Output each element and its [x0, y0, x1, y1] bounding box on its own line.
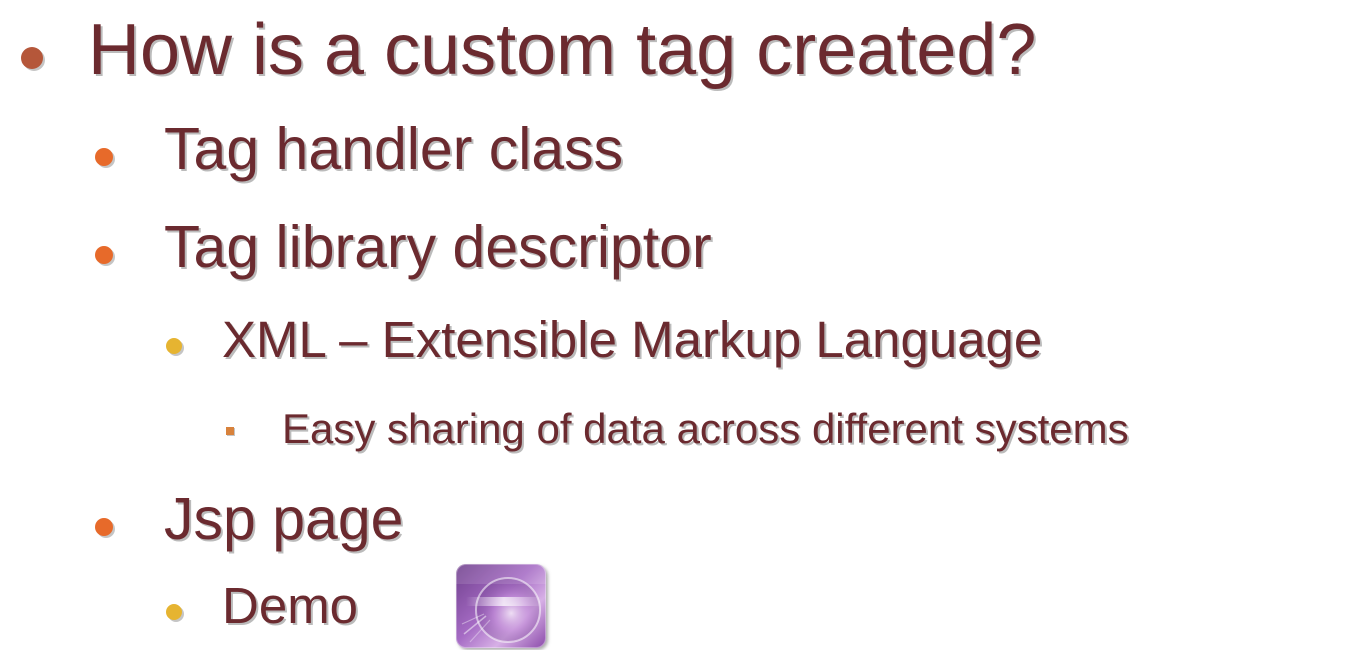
media-play-icon[interactable]	[456, 564, 546, 648]
bullet-dot-icon	[95, 148, 113, 166]
bullet-text: Tag library descriptor	[164, 214, 712, 280]
bullet-dot-icon	[166, 604, 182, 620]
bullet-text: Demo	[222, 577, 359, 634]
slide-heading: How is a custom tag created?	[88, 10, 1037, 90]
bullet-square-icon	[226, 427, 234, 435]
bullet-dot-icon	[166, 338, 182, 354]
bullet-dot-icon	[21, 47, 43, 69]
bullet-text: Jsp page	[164, 486, 404, 552]
slide: How is a custom tag created? Tag handler…	[0, 0, 1364, 650]
bullet-text: XML – Extensible Markup Language	[222, 311, 1043, 368]
bullet-text: Easy sharing of data across different sy…	[282, 405, 1129, 452]
bullet-text: Tag handler class	[164, 116, 624, 182]
media-orb-graphic	[456, 564, 546, 643]
bullet-dot-icon	[95, 518, 113, 536]
bullet-dot-icon	[95, 246, 113, 264]
